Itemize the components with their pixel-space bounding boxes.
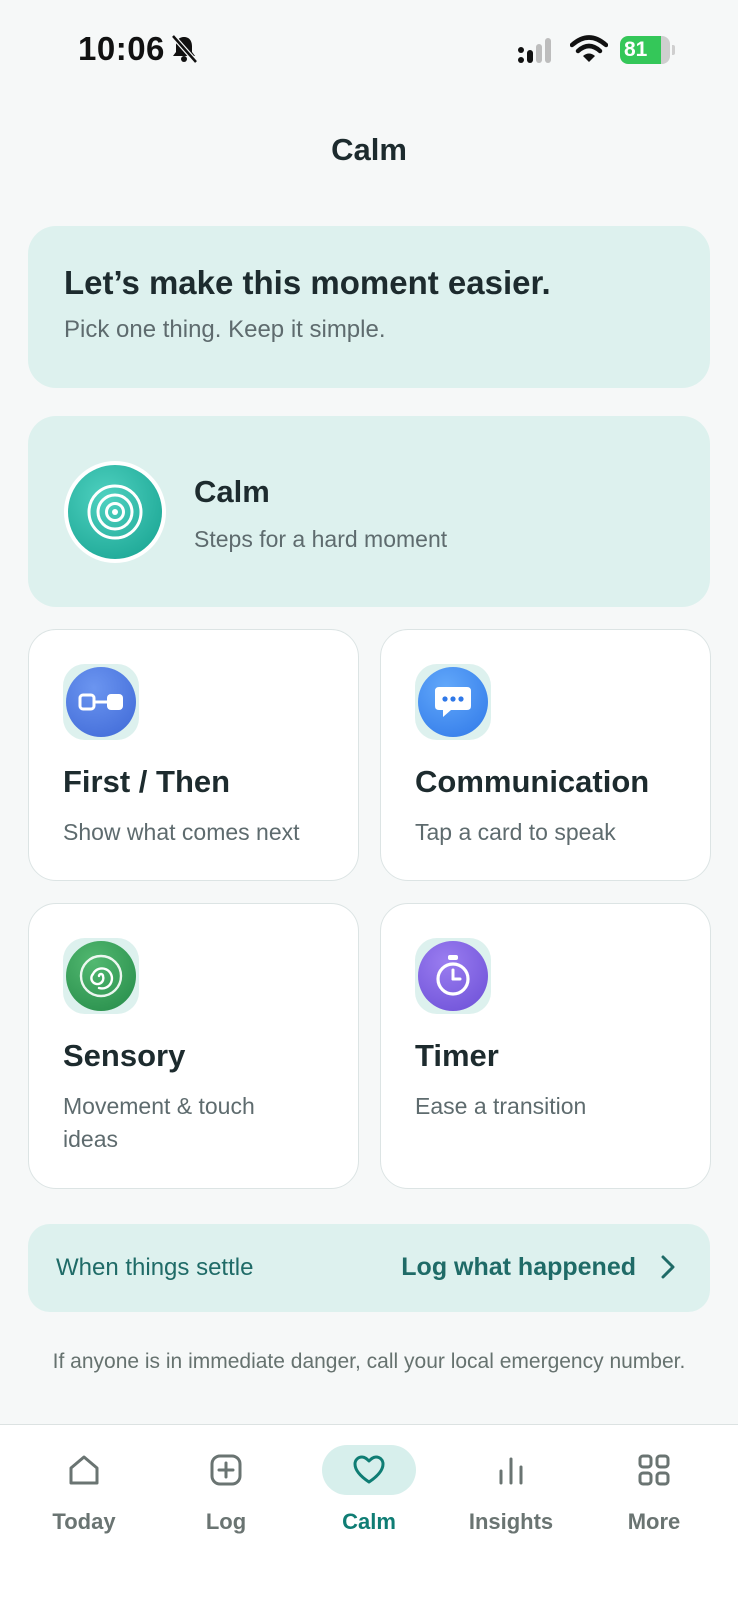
chevron-right-icon [661,1255,675,1279]
log-banner-text: When things settle [56,1254,254,1281]
home-icon [37,1445,131,1495]
log-what-happened-link[interactable]: Log what happened [401,1253,636,1282]
first-then-subtitle: Show what comes next [63,819,300,845]
page-title: Calm [331,132,407,167]
calm-steps-card[interactable]: Calm Steps for a hard moment [28,416,710,607]
status-bar: 10:06 81 [0,0,738,100]
grid-icon [607,1445,701,1495]
timer-subtitle: Ease a transition [415,1093,587,1119]
tab-insights[interactable]: Insights [451,1445,571,1541]
stopwatch-icon [415,938,491,1014]
status-time: 10:06 [78,30,165,67]
calm-card-subtitle: Steps for a hard moment [194,526,448,552]
tab-today-label: Today [52,1509,116,1534]
hero-banner: Let’s make this moment easier. Pick one … [28,226,710,388]
calm-screen: 10:06 81 Calm Let’s make this moment eas… [0,0,738,1600]
log-what-happened-banner[interactable]: When things settle Log what happened [28,1224,710,1312]
battery-indicator: 81 [620,36,675,64]
plus-square-icon [179,1445,273,1495]
battery-percent: 81 [624,38,648,61]
first-then-title: First / Then [63,764,231,799]
spiral-icon [63,938,139,1014]
timer-card[interactable]: Timer Ease a transition [380,903,711,1189]
heart-icon [322,1445,416,1495]
bar-chart-icon [464,1445,558,1495]
calm-card-title: Calm [194,474,270,509]
tab-log[interactable]: Log [166,1445,286,1541]
tab-calm[interactable]: Calm [309,1445,429,1541]
tab-more[interactable]: More [594,1445,714,1541]
communication-title: Communication [415,764,650,799]
tab-more-label: More [627,1509,681,1534]
timer-title: Timer [415,1038,499,1073]
chat-bubble-icon [415,664,491,740]
hero-title: Let’s make this moment easier. [64,264,551,301]
tab-bar: Today Log Calm Insights More [0,1424,738,1600]
hero-subtitle: Pick one thing. Keep it simple. [64,316,386,343]
sensory-title: Sensory [63,1038,186,1073]
communication-card[interactable]: Communication Tap a card to speak [380,629,711,881]
communication-subtitle: Tap a card to speak [415,819,616,845]
wifi-icon [570,35,608,62]
target-spiral-icon [64,461,166,563]
tab-log-label: Log [205,1509,247,1534]
tab-calm-label: Calm [342,1509,396,1534]
bell-muted-icon [171,34,198,64]
first-then-card[interactable]: First / Then Show what comes next [28,629,359,881]
emergency-disclaimer: If anyone is in immediate danger, call y… [52,1350,686,1373]
tab-insights-label: Insights [468,1509,554,1534]
cellular-signal-icon [518,38,551,63]
sensory-subtitle: Movement & touch ideas [63,1093,255,1152]
first-then-icon [63,664,139,740]
tab-today[interactable]: Today [24,1445,144,1541]
sensory-card[interactable]: Sensory Movement & touch ideas [28,903,359,1189]
